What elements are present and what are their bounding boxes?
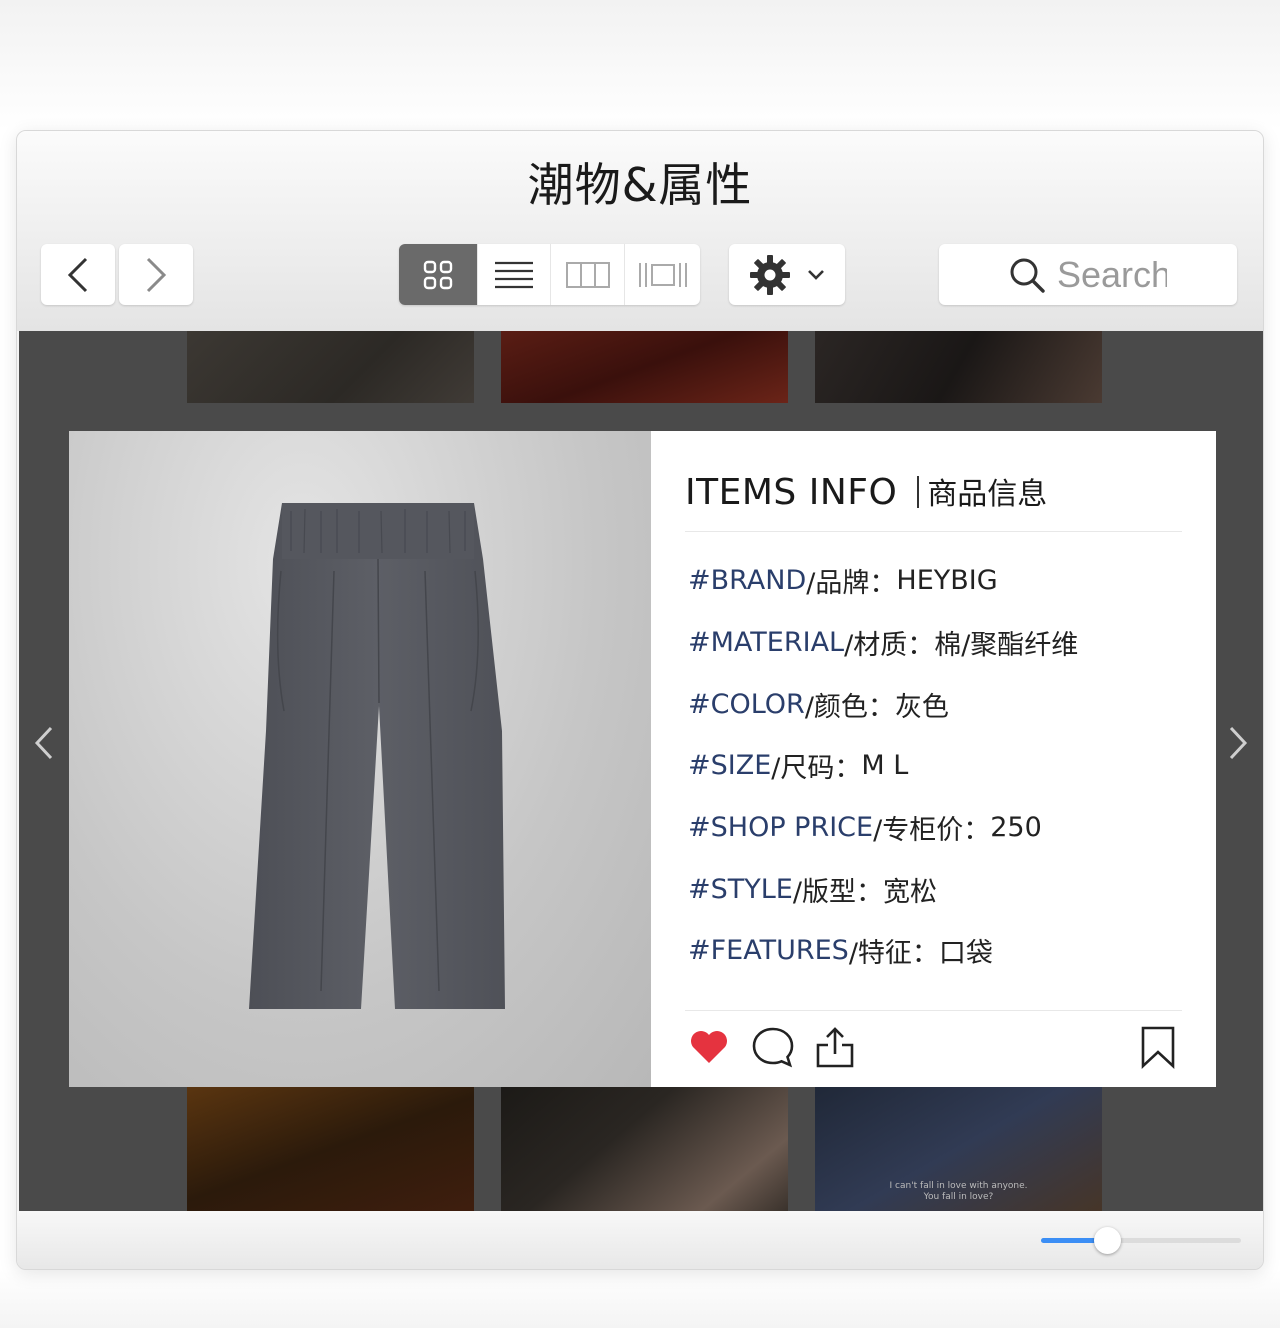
previous-item-button[interactable]	[33, 726, 55, 765]
item-detail-card: ITEMS INFO 商品信息 #BRAND/品牌： HEYBIG #MATERI…	[69, 431, 1216, 1087]
chevron-down-icon	[808, 269, 824, 280]
app-window: 潮物&属性 Search I can't fall in love with a…	[16, 130, 1264, 1270]
gear-icon	[750, 254, 790, 295]
attribute-key[interactable]: #SIZE	[688, 750, 771, 781]
attribute-brand: #BRAND/品牌： HEYBIG	[685, 550, 1182, 612]
zoom-slider[interactable]	[1041, 1227, 1241, 1254]
attribute-value: 口袋	[938, 938, 993, 970]
chevron-left-icon	[34, 726, 53, 760]
gallery-thumbnail[interactable]	[501, 331, 788, 403]
grid-view-icon	[423, 260, 453, 289]
chevron-left-icon	[67, 257, 88, 292]
title-separator	[917, 476, 920, 508]
status-bar	[17, 1211, 1263, 1269]
search-input[interactable]	[1057, 253, 1167, 296]
gallery-thumbnail[interactable]	[501, 1087, 788, 1211]
grid-view-button[interactable]	[399, 244, 478, 305]
attribute-value: HEYBIG	[896, 565, 998, 597]
attribute-key[interactable]: #FEATURES	[688, 935, 849, 966]
back-button[interactable]	[41, 244, 115, 305]
next-item-button[interactable]	[1227, 726, 1249, 765]
action-menu-button[interactable]	[729, 244, 845, 305]
attribute-key[interactable]: #STYLE	[688, 874, 793, 905]
product-image	[69, 431, 651, 1087]
columns-view-button[interactable]	[551, 244, 625, 305]
list-view-icon	[495, 261, 533, 288]
info-header: ITEMS INFO 商品信息	[685, 469, 1182, 513]
like-button[interactable]	[689, 1029, 729, 1070]
coverflow-view-icon	[638, 262, 687, 287]
item-info-panel: ITEMS INFO 商品信息 #BRAND/品牌： HEYBIG #MATERI…	[651, 431, 1216, 1087]
thumbnail-caption: I can't fall in love with anyone. You fa…	[889, 1181, 1028, 1202]
gallery-area: I can't fall in love with anyone. You fa…	[19, 331, 1263, 1211]
attribute-value: 宽松	[882, 876, 937, 908]
attribute-key[interactable]: #MATERIAL	[688, 627, 844, 658]
search-icon	[1010, 258, 1045, 293]
attribute-shop-price: #SHOP PRICE/专柜价： 250	[685, 797, 1182, 859]
comment-button[interactable]	[751, 1026, 795, 1073]
attribute-size: #SIZE/尺码： M L	[685, 735, 1182, 797]
attribute-label: /尺码：	[771, 753, 862, 785]
title-bar: 潮物&属性	[17, 131, 1263, 331]
action-bar	[685, 1010, 1182, 1087]
attribute-label: /版型：	[792, 876, 883, 908]
attribute-value: M L	[861, 750, 909, 782]
attribute-list: #BRAND/品牌： HEYBIG #MATERIAL/材质： 棉/聚酯纤维 #CO…	[685, 550, 1182, 982]
info-subtitle: 商品信息	[927, 477, 1048, 512]
chevron-right-icon	[146, 257, 167, 292]
attribute-label: /颜色：	[804, 691, 895, 723]
attribute-label: /品牌：	[806, 568, 897, 600]
pants-image	[249, 503, 505, 1009]
bookmark-icon	[1141, 1026, 1175, 1069]
view-mode-control	[399, 244, 700, 305]
info-title: ITEMS INFO	[685, 472, 898, 513]
divider	[685, 531, 1182, 532]
attribute-key[interactable]: #COLOR	[688, 689, 805, 720]
gallery-thumbnail[interactable]: I can't fall in love with anyone. You fa…	[815, 1087, 1102, 1211]
comment-icon	[752, 1027, 794, 1067]
attribute-key[interactable]: #SHOP PRICE	[688, 812, 873, 843]
chevron-right-icon	[1229, 726, 1248, 760]
forward-button[interactable]	[119, 244, 193, 305]
attribute-style: #STYLE/版型： 宽松	[685, 858, 1182, 920]
attribute-material: #MATERIAL/材质： 棉/聚酯纤维	[685, 612, 1182, 674]
gallery-thumbnail[interactable]	[187, 1087, 474, 1211]
attribute-key[interactable]: #BRAND	[688, 565, 806, 596]
coverflow-view-button[interactable]	[625, 244, 700, 305]
share-icon	[816, 1026, 854, 1067]
window-title: 潮物&属性	[527, 158, 753, 212]
attribute-value: 250	[990, 812, 1042, 844]
attribute-value: 灰色	[894, 691, 949, 723]
search-field[interactable]	[939, 244, 1237, 305]
gallery-thumbnail[interactable]	[187, 331, 474, 403]
columns-view-icon	[565, 261, 610, 288]
attribute-label: /特征：	[848, 938, 939, 970]
list-view-button[interactable]	[478, 244, 551, 305]
heart-icon	[691, 1030, 727, 1063]
gallery-thumbnail[interactable]	[815, 331, 1102, 403]
attribute-label: /材质：	[844, 630, 935, 662]
share-button[interactable]	[815, 1026, 855, 1073]
bookmark-button[interactable]	[1140, 1025, 1176, 1074]
attribute-label: /专柜价：	[873, 815, 991, 847]
attribute-color: #COLOR/颜色： 灰色	[685, 673, 1182, 735]
attribute-value: 棉/聚酯纤维	[934, 630, 1079, 662]
attribute-features: #FEATURES/特征： 口袋	[685, 920, 1182, 982]
zoom-slider-thumb[interactable]	[1094, 1227, 1121, 1254]
